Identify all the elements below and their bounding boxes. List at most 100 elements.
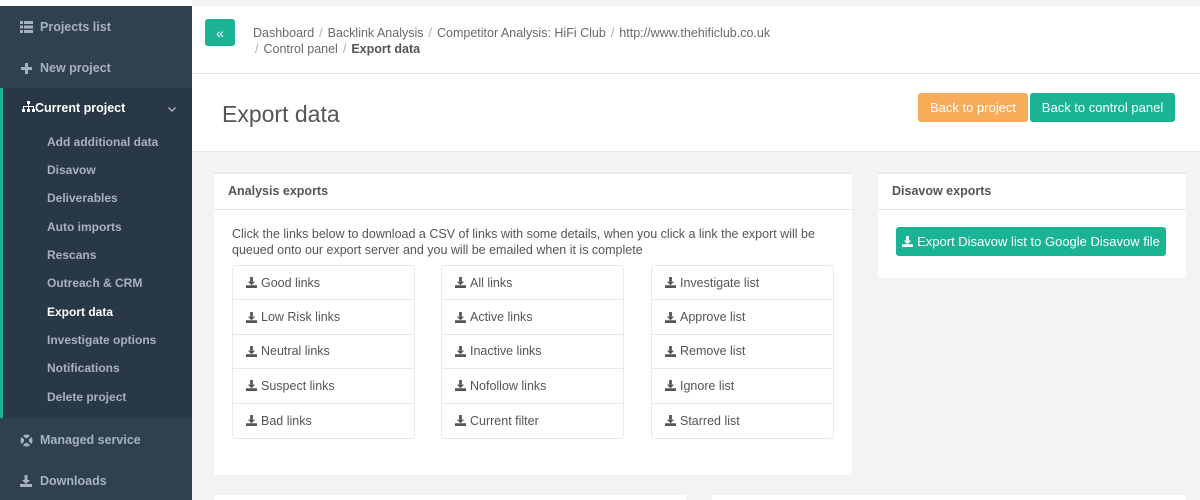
sidebar-top-strip xyxy=(0,0,192,6)
breadcrumb: Dashboard / Backlink Analysis / Competitor A… xyxy=(253,25,853,57)
download-icon xyxy=(455,415,466,427)
sidebar-item-projects-list[interactable]: Projects list xyxy=(0,7,192,47)
download-icon xyxy=(665,345,676,357)
page-heading: Export data Back to project Back to cont… xyxy=(192,74,1200,152)
export-link-remove-list[interactable]: Remove list xyxy=(652,335,833,370)
export-link-label: Ignore list xyxy=(680,378,735,393)
sidebar-item-label: Current project xyxy=(35,101,126,115)
panel-title: Disavow exports xyxy=(878,172,1186,210)
export-link-approve-list[interactable]: Approve list xyxy=(652,300,833,335)
sidebar-item-downloads[interactable]: Downloads xyxy=(0,461,192,500)
sidebar-item-new-project[interactable]: New project xyxy=(0,48,192,88)
analysis-description: Click the links below to download a CSV … xyxy=(232,227,815,257)
breadcrumb-backlink-analysis[interactable]: Backlink Analysis xyxy=(328,26,424,40)
sidebar: Projects list New project Current projec… xyxy=(0,0,192,500)
export-column-risk: Good links Low Risk links Neutral links … xyxy=(232,265,415,439)
export-link-label: Low Risk links xyxy=(261,310,341,325)
export-link-label: Good links xyxy=(261,275,321,290)
top-bar: « Dashboard / Backlink Analysis / Competitor… xyxy=(192,6,1200,74)
export-link-label: Nofollow links xyxy=(470,378,547,393)
breadcrumb-dashboard[interactable]: Dashboard xyxy=(253,26,314,40)
sidebar-subitem-delete-project[interactable]: Delete project xyxy=(47,386,126,408)
breadcrumb-control-panel[interactable]: Control panel xyxy=(263,42,337,56)
breadcrumb-separator: / xyxy=(319,26,323,40)
plus-icon xyxy=(19,62,33,74)
download-icon xyxy=(246,277,257,289)
breadcrumb-separator: / xyxy=(342,42,347,56)
export-link-current-filter[interactable]: Current filter xyxy=(442,404,623,438)
download-icon xyxy=(455,311,466,323)
sidebar-item-label: New project xyxy=(40,61,111,75)
breadcrumb-separator: / xyxy=(255,42,259,56)
breadcrumb-current: Export data xyxy=(351,42,421,56)
export-link-label: Approve list xyxy=(680,310,746,325)
sidebar-toggle-button[interactable]: « xyxy=(205,19,235,46)
download-icon xyxy=(246,345,257,357)
download-icon xyxy=(246,380,257,392)
breadcrumb-separator: / xyxy=(428,26,432,40)
export-link-starred-list[interactable]: Starred list xyxy=(652,404,833,438)
sidebar-item-label: Managed service xyxy=(40,433,141,447)
page-title: Export data xyxy=(222,101,340,127)
sidebar-subitem-export-data[interactable]: Export data xyxy=(47,301,113,323)
breadcrumb-separator: / xyxy=(610,26,615,40)
sidebar-current-project-section: Current project Add additional data Disa… xyxy=(0,88,192,418)
analysis-exports-panel: Analysis exports Click the links below t… xyxy=(214,172,852,475)
download-icon xyxy=(246,311,257,323)
download-icon xyxy=(665,380,676,392)
export-link-suspect-links[interactable]: Suspect links xyxy=(233,369,414,404)
sidebar-subitem-rescans[interactable]: Rescans xyxy=(47,244,96,266)
export-link-bad-links[interactable]: Bad links xyxy=(233,404,414,438)
sidebar-item-label: Projects list xyxy=(40,20,111,34)
export-link-label: Suspect links xyxy=(261,378,335,393)
export-link-label: Inactive links xyxy=(470,344,542,359)
sidebar-item-label: Downloads xyxy=(40,474,107,488)
sidebar-item-current-project[interactable]: Current project xyxy=(3,88,192,128)
disavow-exports-panel: Disavow exports Export Disavow list to G… xyxy=(878,172,1186,278)
download-icon xyxy=(665,311,676,323)
download-icon xyxy=(246,415,257,427)
next-panel-top-edge xyxy=(214,495,686,500)
export-link-ignore-list[interactable]: Ignore list xyxy=(652,369,833,404)
download-icon xyxy=(455,345,466,357)
sidebar-subitem-deliverables[interactable]: Deliverables xyxy=(47,187,118,209)
download-icon xyxy=(665,277,676,289)
export-link-label: Investigate list xyxy=(680,275,760,290)
sitemap-icon xyxy=(22,100,35,116)
export-link-low-risk-links[interactable]: Low Risk links xyxy=(233,300,414,335)
export-link-investigate-list[interactable]: Investigate list xyxy=(652,266,833,301)
download-icon xyxy=(455,380,466,392)
download-icon xyxy=(455,277,466,289)
export-link-nofollow-links[interactable]: Nofollow links xyxy=(442,369,623,404)
export-link-inactive-links[interactable]: Inactive links xyxy=(442,335,623,370)
export-disavow-google-button[interactable]: Export Disavow list to Google Disavow fi… xyxy=(896,227,1166,256)
export-link-label: Starred list xyxy=(680,413,740,428)
next-panel-top-edge xyxy=(712,495,1186,500)
export-link-label: Neutral links xyxy=(261,344,330,359)
back-to-project-button[interactable]: Back to project xyxy=(918,93,1028,122)
export-column-lists: Investigate list Approve list Remove lis… xyxy=(651,265,834,439)
chevron-down-icon xyxy=(168,102,176,116)
sidebar-subitem-auto-imports[interactable]: Auto imports xyxy=(47,216,122,238)
panel-title: Analysis exports xyxy=(214,172,852,210)
download-icon xyxy=(665,415,676,427)
sidebar-item-managed-service[interactable]: Managed service xyxy=(0,420,192,460)
export-link-all-links[interactable]: All links xyxy=(442,266,623,301)
sidebar-subitem-disavow[interactable]: Disavow xyxy=(47,159,96,181)
breadcrumb-website[interactable]: http://www.thehificlub.co.uk xyxy=(619,26,770,40)
export-link-label: Active links xyxy=(470,310,533,325)
sidebar-subitem-add-additional-data[interactable]: Add additional data xyxy=(47,131,158,153)
lifebuoy-icon xyxy=(19,434,33,447)
sidebar-subitem-outreach-crm[interactable]: Outreach & CRM xyxy=(47,272,142,294)
export-link-good-links[interactable]: Good links xyxy=(233,266,414,301)
sidebar-subitem-notifications[interactable]: Notifications xyxy=(47,357,120,379)
breadcrumb-competitor-analysis[interactable]: Competitor Analysis: HiFi Club xyxy=(437,26,606,40)
download-icon xyxy=(19,475,33,487)
sidebar-subitem-investigate-options[interactable]: Investigate options xyxy=(47,329,156,351)
export-link-label: Current filter xyxy=(470,413,539,428)
export-column-status: All links Active links Inactive links No… xyxy=(441,265,624,439)
list-icon xyxy=(19,21,33,33)
export-link-active-links[interactable]: Active links xyxy=(442,300,623,335)
export-link-neutral-links[interactable]: Neutral links xyxy=(233,335,414,370)
back-to-control-panel-button[interactable]: Back to control panel xyxy=(1030,93,1175,122)
